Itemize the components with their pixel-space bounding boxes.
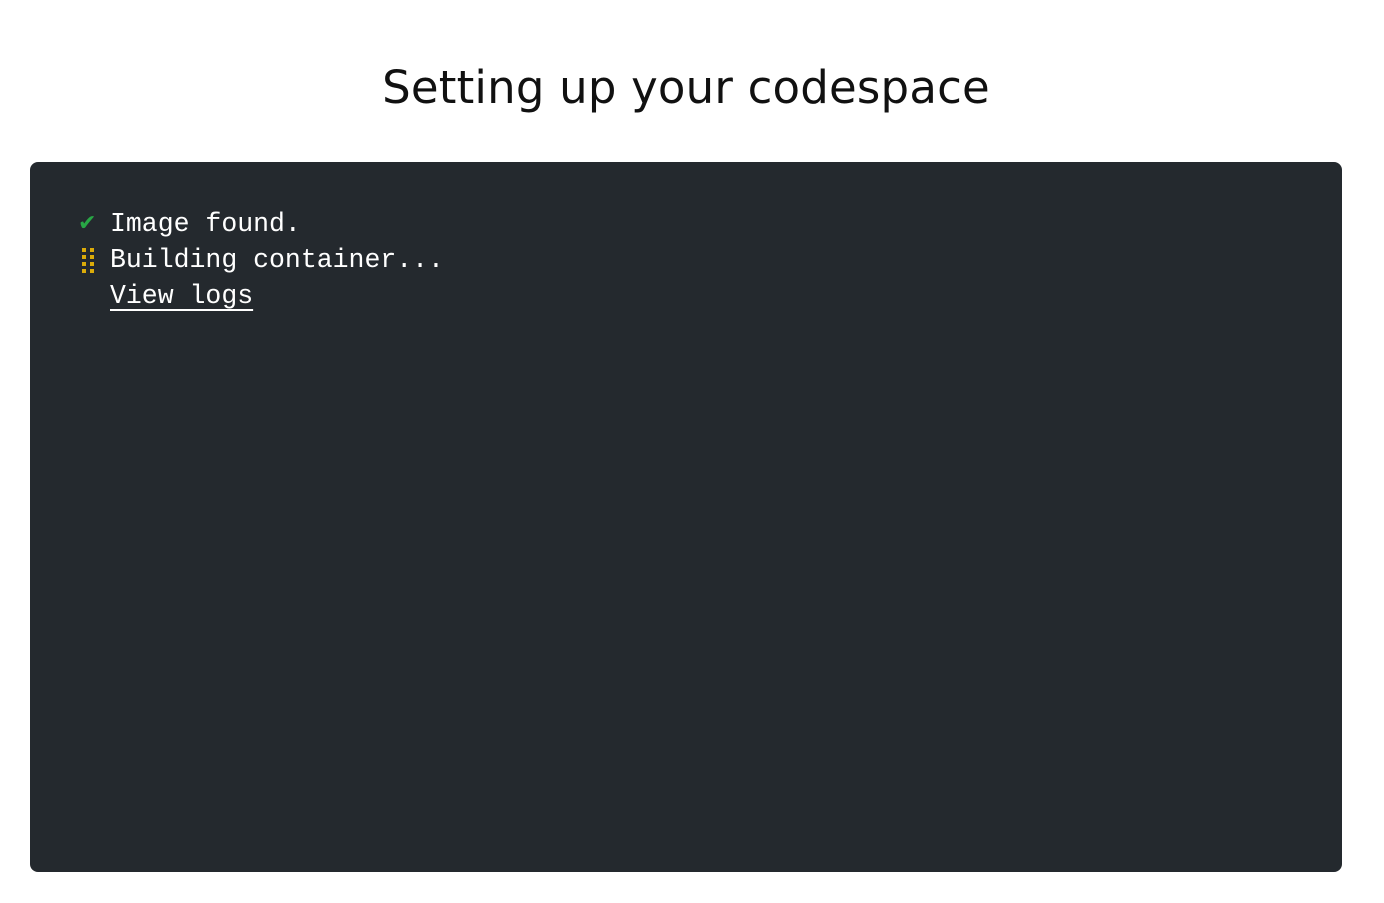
setup-log-panel: ✔ Image found. Building container... Vie… — [30, 162, 1342, 872]
check-icon: ✔ — [78, 211, 97, 236]
log-line-text: Image found. — [110, 209, 301, 239]
log-line-image-found: ✔ Image found. — [76, 206, 444, 242]
spinner-icon — [82, 246, 96, 274]
log-line-building-container: Building container... — [76, 242, 444, 278]
page-title: Setting up your codespace — [382, 61, 990, 115]
log-line-text: Building container... — [110, 245, 444, 275]
setup-log: ✔ Image found. Building container... Vie… — [76, 206, 444, 314]
